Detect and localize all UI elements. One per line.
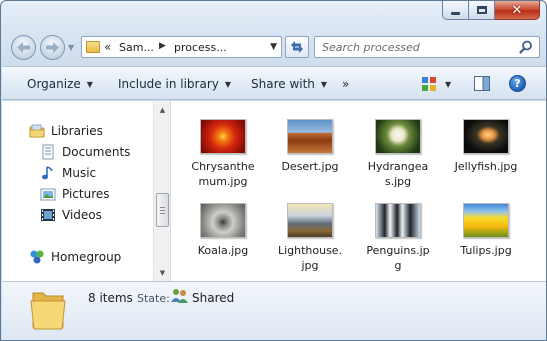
music-note-icon [42, 166, 53, 180]
file-item-hydrangeas[interactable]: Hydrangea s.jpg [362, 119, 434, 189]
file-name: Tulips.jpg [460, 244, 512, 257]
scroll-up-icon[interactable]: ▲ [154, 101, 171, 118]
item-count: 8 items [88, 291, 133, 305]
chevron-down-icon[interactable]: ▼ [270, 42, 277, 52]
sidebar-item-music[interactable]: Music [40, 165, 96, 181]
breadcrumb-segment[interactable]: Sam... [119, 41, 154, 54]
image-thumbnail [287, 203, 333, 238]
image-thumbnail [463, 203, 509, 238]
back-button[interactable] [11, 35, 36, 60]
close-icon: ✕ [511, 2, 523, 18]
file-item-jellyfish[interactable]: Jellyfish.jpg [450, 119, 522, 174]
scroll-down-icon[interactable]: ▼ [154, 264, 171, 281]
thumb-grip [160, 210, 165, 211]
sidebar-item-documents[interactable]: Documents [40, 144, 130, 160]
navigation-pane: Libraries Documents Music Pictures Video… [2, 101, 155, 281]
maximize-icon [476, 6, 487, 14]
chevron-right-icon[interactable]: ▶ [159, 41, 166, 51]
organize-button[interactable]: Organize ▼ [27, 77, 93, 91]
more-commands-button[interactable]: » [342, 77, 349, 91]
file-item-desert[interactable]: Desert.jpg [274, 119, 346, 174]
close-button[interactable]: ✕ [495, 1, 540, 20]
share-with-button[interactable]: Share with ▼ [251, 77, 327, 91]
videos-icon [41, 209, 55, 221]
include-in-library-button[interactable]: Include in library ▼ [118, 77, 231, 91]
image-thumbnail [463, 119, 509, 154]
refresh-button[interactable] [285, 36, 309, 58]
breadcrumb-segment[interactable]: process... [174, 41, 227, 54]
file-item-lighthouse[interactable]: Lighthouse. jpg [274, 203, 346, 273]
address-overflow-button[interactable]: « [104, 40, 111, 54]
file-name: Lighthouse. jpg [277, 244, 343, 272]
sidebar-item-videos[interactable]: Videos [40, 207, 102, 223]
file-name: Chrysanthe mum.jpg [191, 160, 255, 188]
chevron-down-icon: ▼ [224, 79, 232, 89]
image-thumbnail [200, 203, 246, 238]
scroll-thumb[interactable] [156, 193, 169, 227]
image-thumbnail [200, 119, 246, 154]
file-name: Hydrangea s.jpg [367, 160, 429, 188]
search-box [314, 36, 540, 58]
sidebar-item-pictures[interactable]: Pictures [40, 186, 110, 202]
file-name: Desert.jpg [281, 160, 339, 173]
file-item-chrysanthemum[interactable]: Chrysanthe mum.jpg [187, 119, 259, 189]
image-thumbnail [375, 119, 421, 154]
navigation-pane-scrollbar[interactable]: ▲ ▼ [153, 101, 170, 281]
forward-arrow-icon [46, 42, 59, 53]
preview-pane-icon[interactable] [474, 76, 490, 91]
folder-icon [30, 292, 66, 330]
include-in-library-label: Include in library [118, 77, 219, 91]
shared-users-icon [171, 289, 188, 303]
chevron-down-icon: ▼ [320, 79, 328, 89]
address-bar[interactable]: « Sam... ▶ process... ▼ [81, 36, 282, 58]
image-thumbnail [375, 203, 421, 238]
file-list: Chrysanthe mum.jpg Desert.jpg Hydrangea s.… [171, 101, 546, 281]
thumb-grip [160, 207, 165, 208]
view-options-dropdown-icon[interactable]: ▼ [445, 80, 451, 89]
sidebar-item-label: Music [62, 166, 97, 180]
change-view-icon[interactable] [422, 77, 436, 91]
chevron-down-icon: ▼ [86, 79, 93, 89]
file-item-tulips[interactable]: Tulips.jpg [450, 203, 522, 258]
caption-buttons: ✕ [442, 1, 540, 21]
search-icon[interactable] [519, 40, 533, 54]
thumb-grip [160, 213, 165, 214]
homegroup-icon [30, 250, 44, 264]
state-value: Shared [192, 291, 235, 305]
recent-pages-dropdown-icon[interactable]: ▼ [68, 43, 74, 52]
refresh-icon [291, 41, 303, 53]
file-item-penguins[interactable]: Penguins.jp g [362, 203, 434, 273]
back-arrow-icon [17, 42, 30, 53]
sidebar-item-label: Homegroup [51, 250, 122, 264]
share-with-label: Share with [251, 77, 315, 91]
sidebar-item-label: Pictures [62, 187, 110, 201]
file-name: Jellyfish.jpg [454, 160, 518, 173]
documents-icon [42, 144, 54, 160]
help-icon[interactable]: ? [509, 75, 526, 92]
folder-icon [86, 41, 100, 53]
organize-label: Organize [27, 77, 81, 91]
state-label: State: [137, 292, 170, 305]
file-item-koala[interactable]: Koala.jpg [187, 203, 259, 258]
pictures-icon [40, 188, 56, 201]
libraries-icon [29, 124, 45, 138]
sidebar-item-homegroup[interactable]: Homegroup [29, 249, 121, 265]
sidebar-item-libraries[interactable]: Libraries [29, 123, 103, 139]
explorer-window: ✕ ▼ « Sam... ▶ process... ▼ Search proce… [0, 0, 547, 341]
file-name: Penguins.jp g [366, 244, 430, 272]
sidebar-item-label: Documents [62, 145, 131, 159]
minimize-button[interactable] [442, 1, 469, 20]
forward-button[interactable] [40, 35, 65, 60]
details-pane: 8 items State: Shared [2, 281, 546, 340]
sidebar-item-label: Libraries [51, 124, 103, 138]
sidebar-item-label: Videos [62, 208, 102, 222]
search-input[interactable] [315, 37, 515, 57]
file-name: Koala.jpg [197, 244, 249, 257]
maximize-button[interactable] [469, 1, 495, 20]
command-bar: Organize ▼ Include in library ▼ Share wi… [2, 66, 546, 100]
minimize-icon [451, 11, 460, 15]
image-thumbnail [287, 119, 333, 154]
